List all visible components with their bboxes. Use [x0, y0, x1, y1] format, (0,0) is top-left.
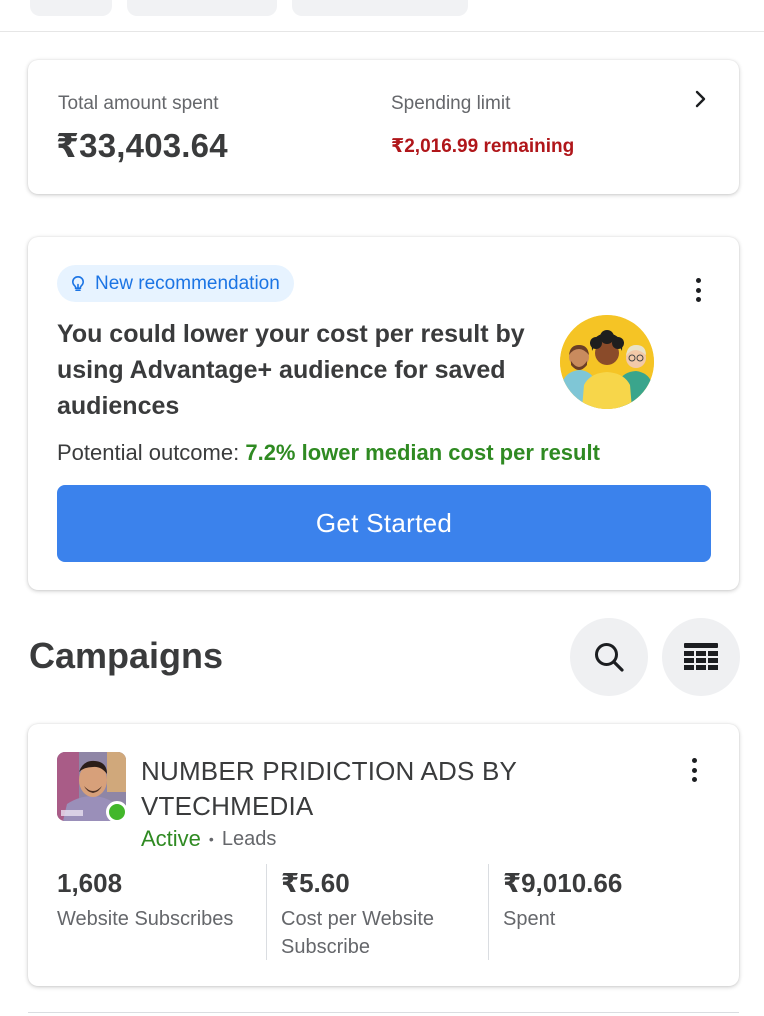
metric-spent: ₹9,010.66 Spent	[488, 864, 688, 960]
potential-outcome: Potential outcome: 7.2% lower median cos…	[57, 440, 600, 466]
recommendation-card: New recommendation You could lower your …	[28, 237, 739, 590]
columns-button[interactable]	[662, 618, 740, 696]
metric-label: Cost per Website Subscribe	[281, 908, 435, 958]
metric-value: 1,608	[57, 868, 123, 898]
filter-chip[interactable]	[30, 0, 112, 16]
ads-manager-screen: Total amount spent ₹33,403.64 Spending l…	[0, 0, 764, 1016]
filter-chip[interactable]	[127, 0, 277, 16]
metric-label: Spent	[503, 908, 556, 930]
spending-limit-label: Spending limit	[391, 93, 511, 114]
metric-cost-per-result: ₹5.60 Cost per Website Subscribe	[266, 864, 488, 960]
more-options-icon[interactable]	[695, 278, 701, 302]
search-icon	[595, 643, 624, 672]
new-recommendation-badge: New recommendation	[57, 265, 294, 302]
search-button[interactable]	[570, 618, 648, 696]
campaign-card[interactable]: NUMBER PRIDICTION ADS BY VTECHMEDIA Acti…	[28, 724, 739, 986]
badge-label: New recommendation	[95, 272, 280, 294]
filter-chip[interactable]	[292, 0, 468, 16]
outcome-label: Potential outcome:	[57, 440, 246, 465]
total-spent-label: Total amount spent	[58, 93, 219, 114]
metric-value: ₹9,010.66	[503, 868, 623, 898]
total-spent-value: ₹33,403.64	[56, 127, 228, 164]
spending-summary-card[interactable]: Total amount spent ₹33,403.64 Spending l…	[28, 60, 739, 194]
audience-illustration	[560, 315, 654, 409]
status-separator: •	[208, 831, 214, 847]
table-columns-icon	[684, 643, 718, 670]
campaign-status-line: Active • Leads	[141, 826, 276, 852]
get-started-button[interactable]: Get Started	[57, 485, 711, 562]
next-card-edge	[28, 1012, 739, 1016]
active-status-dot	[106, 801, 128, 823]
recommendation-title: You could lower your cost per result by …	[57, 320, 525, 420]
campaigns-heading: Campaigns	[29, 635, 224, 676]
filter-chip-strip	[0, 0, 764, 32]
metric-value: ₹5.60	[281, 868, 350, 898]
lightbulb-icon	[71, 275, 85, 291]
outcome-value: 7.2% lower median cost per result	[245, 440, 600, 465]
metric-label: Website Subscribes	[57, 908, 234, 930]
campaign-metrics: 1,608 Website Subscribes ₹5.60 Cost per …	[57, 864, 711, 960]
more-options-icon[interactable]	[691, 758, 697, 782]
chevron-right-icon[interactable]	[689, 88, 711, 110]
campaign-objective: Leads	[221, 827, 277, 850]
spending-limit-remaining: ₹2,016.99 remaining	[391, 136, 575, 157]
campaign-status: Active	[141, 826, 201, 851]
campaign-name[interactable]: NUMBER PRIDICTION ADS BY VTECHMEDIA	[141, 754, 571, 824]
metric-results: 1,608 Website Subscribes	[57, 864, 266, 960]
